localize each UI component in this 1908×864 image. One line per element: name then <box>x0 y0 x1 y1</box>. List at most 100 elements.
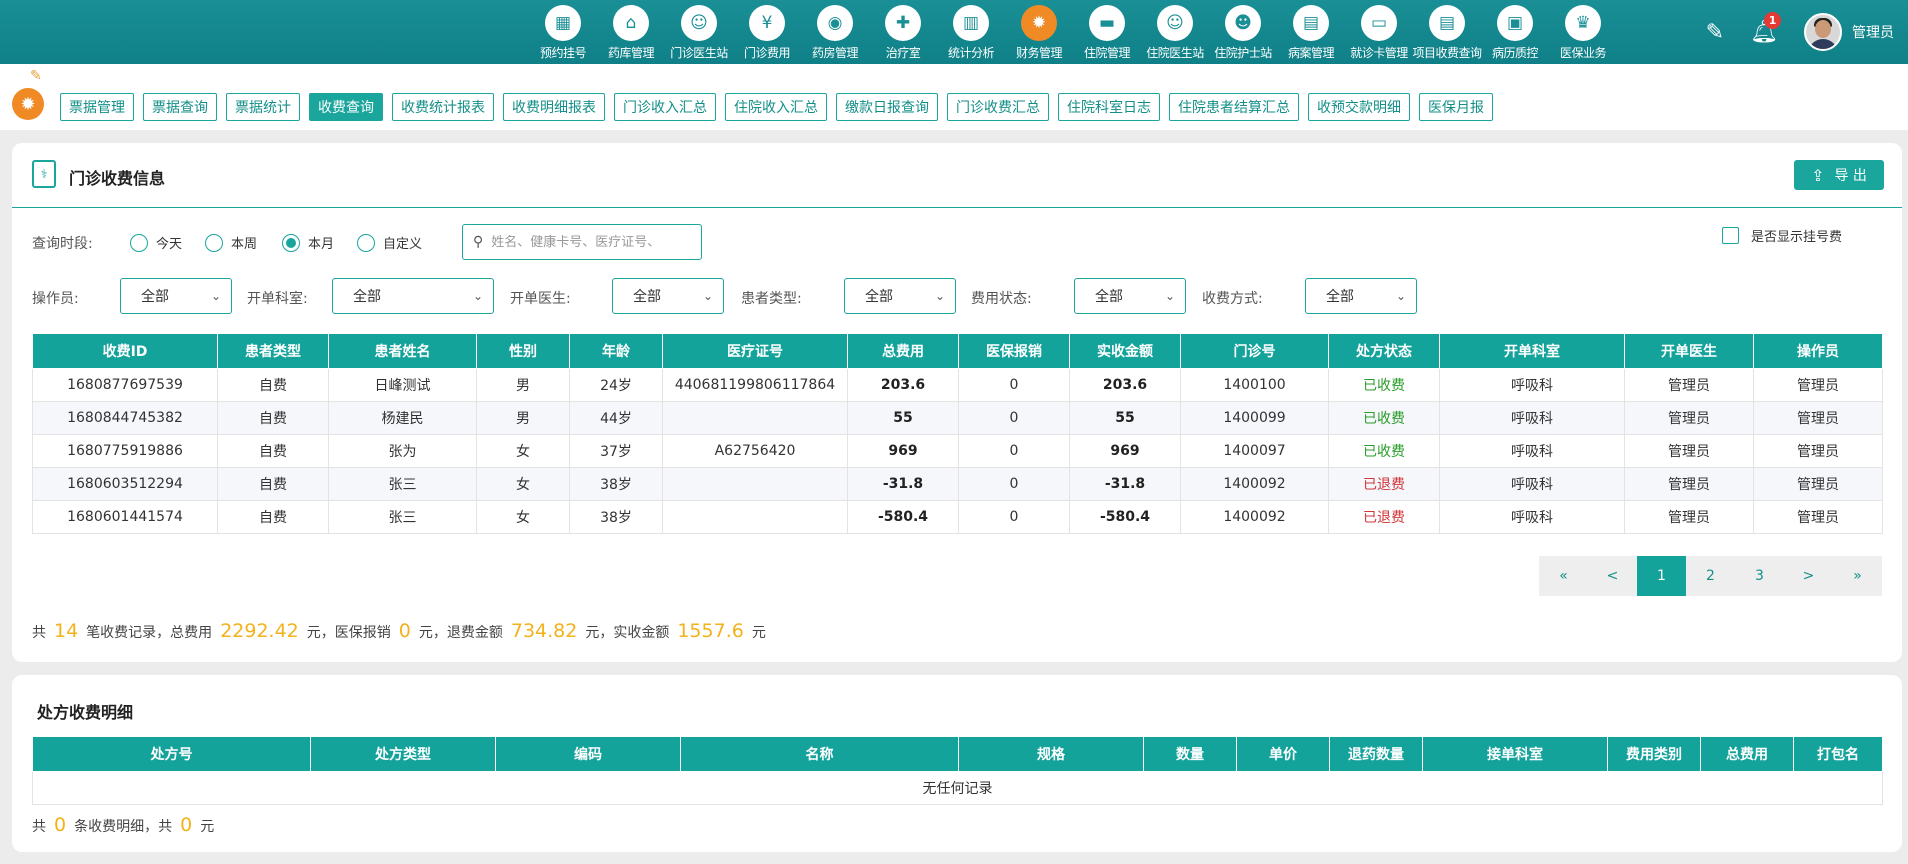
search-box[interactable]: ⚲ <box>462 224 702 260</box>
nav-item-gear[interactable]: ✹ 财务管理 <box>1005 0 1073 64</box>
period-label: 查询时段: <box>32 236 93 252</box>
radio-dot[interactable] <box>282 233 300 252</box>
table-cell: 0 <box>958 401 1070 435</box>
pagination: «<1 2 3 >» <box>1539 556 1882 596</box>
period-radio-1[interactable]: 本周 <box>205 233 257 252</box>
subtab-0[interactable]: 票据管理 <box>60 93 134 121</box>
detail-amount: 0 <box>180 814 193 836</box>
nav-item-nurse-desk[interactable]: ☻ 住院护士站 <box>1209 0 1277 64</box>
nav-item-bed[interactable]: ▬ 住院管理 <box>1073 0 1141 64</box>
nav-item-card[interactable]: ▭ 就诊卡管理 <box>1345 0 1413 64</box>
subtab-5[interactable]: 收费明细报表 <box>503 93 605 121</box>
table-cell: A62756420 <box>662 434 848 468</box>
table-cell: 24岁 <box>569 368 663 402</box>
subtab-1[interactable]: 票据查询 <box>143 93 217 121</box>
export-label: 导 出 <box>1834 168 1867 184</box>
nav-item-nurse[interactable]: ✚ 治疗室 <box>869 0 937 64</box>
page-button-3[interactable]: 2 <box>1686 556 1735 596</box>
quality-icon: ▣ <box>1497 5 1533 41</box>
filter-select-2[interactable]: 全部 ⌄ <box>612 278 724 314</box>
nav-item-record[interactable]: ▤ 病案管理 <box>1277 0 1345 64</box>
doctor-icon: ☺ <box>681 5 717 41</box>
subtab-12[interactable]: 收预交款明细 <box>1308 93 1410 121</box>
nav-item-label: 病历质控 <box>1491 46 1539 60</box>
table-cell: 1680775919886 <box>32 434 218 468</box>
table-cell: 男 <box>476 368 570 402</box>
nav-item-label: 门诊费用 <box>743 46 791 60</box>
subtab-9[interactable]: 门诊收费汇总 <box>947 93 1049 121</box>
panel2-title: 处方收费明细 <box>37 703 134 722</box>
nav-item-warehouse[interactable]: ⌂ 药库管理 <box>597 0 665 64</box>
nav-item-label: 住院管理 <box>1083 46 1131 60</box>
nav-item-doctor-desk[interactable]: ☺ 住院医生站 <box>1141 0 1209 64</box>
page-button-1[interactable]: < <box>1588 556 1637 596</box>
filter-select-5[interactable]: 全部 ⌄ <box>1305 278 1417 314</box>
column-header: 医疗证号 <box>662 333 848 369</box>
table-cell: 1400092 <box>1180 500 1329 534</box>
nav-item-calendar[interactable]: ▦ 预约挂号 <box>529 0 597 64</box>
nav-item-label: 药房管理 <box>811 46 859 60</box>
subtab-13[interactable]: 医保月报 <box>1419 93 1493 121</box>
page-button-6[interactable]: » <box>1833 556 1882 596</box>
filter-select-0[interactable]: 全部 ⌄ <box>120 278 232 314</box>
nav-item-doctor[interactable]: ☺ 门诊医生站 <box>665 0 733 64</box>
table-row[interactable]: 1680775919886 自费 张为女 37岁 A62756420 969 0 969 140… <box>32 434 1883 468</box>
column-header: 总费用 <box>847 333 959 369</box>
table-row[interactable]: 1680601441574 自费 张三女 38岁 -580.4 0 -580.4 140009… <box>32 500 1883 534</box>
select-value: 全部 <box>1095 289 1123 305</box>
subtab-11[interactable]: 住院患者结算汇总 <box>1169 93 1299 121</box>
subtab-7[interactable]: 住院收入汇总 <box>725 93 827 121</box>
nav-item-label: 住院医生站 <box>1146 46 1204 60</box>
column-header: 总费用 <box>1700 736 1794 772</box>
subtab-10[interactable]: 住院科室日志 <box>1058 93 1160 121</box>
nav-item-bar-chart[interactable]: ▥ 统计分析 <box>937 0 1005 64</box>
filter-select-4[interactable]: 全部 ⌄ <box>1074 278 1186 314</box>
fee-table: 收费ID 患者类型 患者姓名 性别 年龄 医疗证号 总费用 医保报销 实收金额 门诊号 处方状态 开单… <box>32 333 1883 534</box>
period-radio-3[interactable]: 自定义 <box>357 233 422 252</box>
table-cell: 张三 <box>328 467 477 501</box>
nurse-icon: ✚ <box>885 5 921 41</box>
page-button-0[interactable]: « <box>1539 556 1588 596</box>
table-cell: 1680877697539 <box>32 368 218 402</box>
nav-item-pill[interactable]: ◉ 药房管理 <box>801 0 869 64</box>
checkbox-box[interactable] <box>1722 227 1739 244</box>
subtab-3[interactable]: 收费查询 <box>309 93 383 121</box>
export-button[interactable]: ⇪ 导 出 <box>1794 160 1884 190</box>
table-row[interactable]: 1680603512294 自费 张三女 38岁 -31.8 0 -31.8 1400092 已… <box>32 467 1883 501</box>
nav-item-label: 预约挂号 <box>539 46 587 60</box>
show-registration-fee-checkbox[interactable]: 是否显示挂号费 <box>1722 226 1842 245</box>
broom-icon[interactable]: ✎ <box>30 68 42 84</box>
column-header: 开单医生 <box>1624 333 1754 369</box>
table-row[interactable]: 1680844745382 自费 杨建民男 44岁 55 0 55 1400099 已收费 呼吸科… <box>32 401 1883 435</box>
nav-item-label: 项目收费查询 <box>1412 46 1483 60</box>
subtab-6[interactable]: 门诊收入汇总 <box>614 93 716 121</box>
page-button-5[interactable]: > <box>1784 556 1833 596</box>
bell-icon[interactable]: 🔔︎ 1 <box>1750 11 1782 45</box>
radio-dot[interactable] <box>205 233 223 252</box>
top-navigation-bar: ▦ 预约挂号 ⌂ 药库管理 ☺ 门诊医生站 ¥ 门诊费用 ◉ 药房管理 ✚ 治疗室 ▥ 统计分析 ✹ 财务管理… <box>0 0 1908 64</box>
subtab-8[interactable]: 缴款日报查询 <box>836 93 938 121</box>
nav-item-invoice[interactable]: ▤ 项目收费查询 <box>1412 0 1483 64</box>
period-radio-2[interactable]: 本月 <box>282 233 334 252</box>
filter-select-3[interactable]: 全部 ⌄ <box>844 278 956 314</box>
subtab-2[interactable]: 票据统计 <box>226 93 300 121</box>
nav-item-insurance[interactable]: ♛ 医保业务 <box>1549 0 1617 64</box>
page-button-2[interactable]: 1 <box>1637 556 1686 596</box>
avatar[interactable] <box>1804 13 1842 51</box>
radio-label: 今天 <box>156 237 183 252</box>
subtab-4[interactable]: 收费统计报表 <box>392 93 494 121</box>
radio-dot[interactable] <box>130 233 148 252</box>
table-cell: 已退费 <box>1328 467 1440 501</box>
table-row[interactable]: 1680877697539 自费 日峰测试男 24岁 44068119980611786… <box>32 368 1883 402</box>
filter-select-1[interactable]: 全部 ⌄ <box>332 278 494 314</box>
finance-gear-icon: ✹ <box>12 88 44 120</box>
period-radio-0[interactable]: 今天 <box>130 233 182 252</box>
radio-dot[interactable] <box>357 233 375 252</box>
edit-icon[interactable]: ✎ <box>1706 20 1724 45</box>
search-input[interactable] <box>491 234 682 250</box>
select-value: 全部 <box>141 289 169 305</box>
nav-item-yen[interactable]: ¥ 门诊费用 <box>733 0 801 64</box>
nav-item-quality[interactable]: ▣ 病历质控 <box>1481 0 1549 64</box>
page-button-4[interactable]: 3 <box>1735 556 1784 596</box>
user-name[interactable]: 管理员 <box>1852 22 1894 42</box>
